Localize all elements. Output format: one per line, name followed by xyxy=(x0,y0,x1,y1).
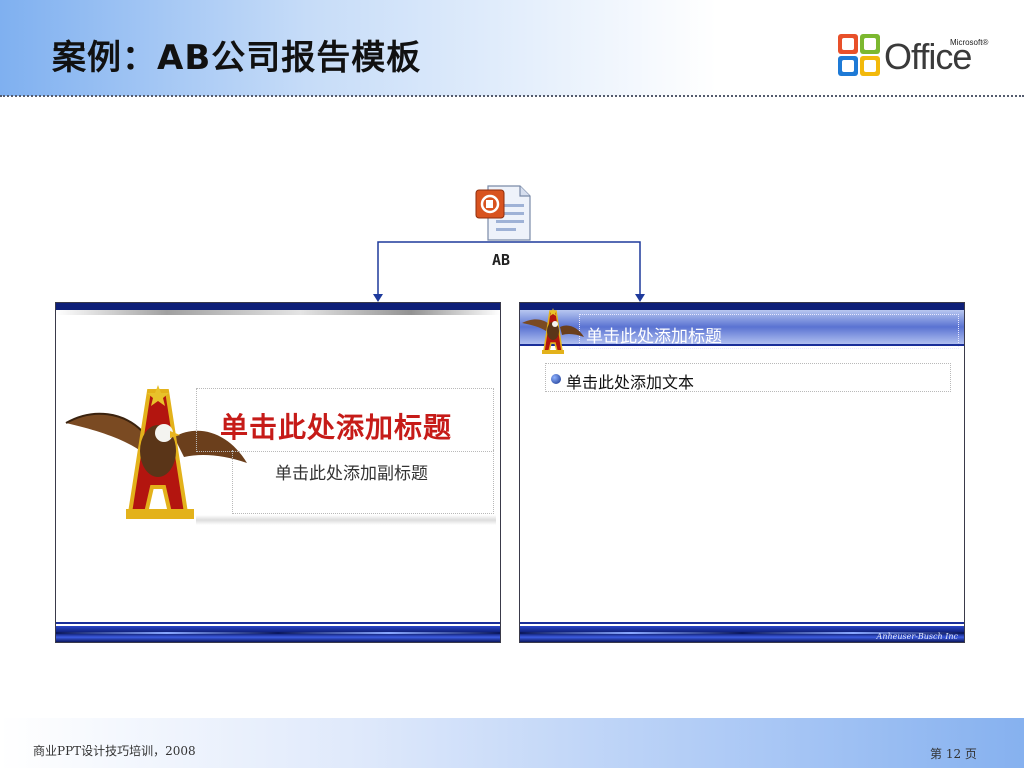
connector-right xyxy=(504,241,641,296)
slide-title-placeholder[interactable]: 单击此处添加标题 xyxy=(220,406,452,446)
content-slide-thumbnail[interactable]: 单击此处添加标题 单击此处添加文本 Anheuser-Busch Inc xyxy=(519,302,965,643)
slide-top-shadow xyxy=(56,310,500,315)
bullet-icon xyxy=(551,374,561,384)
title-underline xyxy=(196,515,496,525)
company-signature: Anheuser-Busch Inc xyxy=(876,632,958,641)
slide-subtitle-placeholder[interactable]: 单击此处添加副标题 xyxy=(275,459,428,484)
slide-top-bar xyxy=(56,303,500,310)
slide-top-bar xyxy=(520,303,964,310)
arrow-right xyxy=(635,294,645,302)
powerpoint-file-icon xyxy=(475,185,531,241)
eagle-a-emblem-icon xyxy=(522,308,584,354)
slide-bottom-bar: Anheuser-Busch Inc xyxy=(520,626,964,642)
title-slide-thumbnail[interactable]: 单击此处添加标题 单击此处添加副标题 xyxy=(55,302,501,643)
page-number: 第 12 页 xyxy=(930,747,977,761)
slide-bottom-bar xyxy=(56,626,500,642)
slide-bottom-line xyxy=(520,622,964,624)
arrow-left xyxy=(373,294,383,302)
content-slide-header: 单击此处添加标题 xyxy=(520,310,964,349)
header-underline xyxy=(520,344,964,346)
footer-caption: 商业PPT设计技巧培训，2008 xyxy=(33,744,196,758)
slide-bottom-line xyxy=(56,622,500,624)
connector-left xyxy=(377,241,504,296)
powerpoint-file[interactable] xyxy=(474,184,534,242)
file-label: AB xyxy=(492,251,511,269)
content-body-placeholder[interactable]: 单击此处添加文本 xyxy=(566,369,694,393)
